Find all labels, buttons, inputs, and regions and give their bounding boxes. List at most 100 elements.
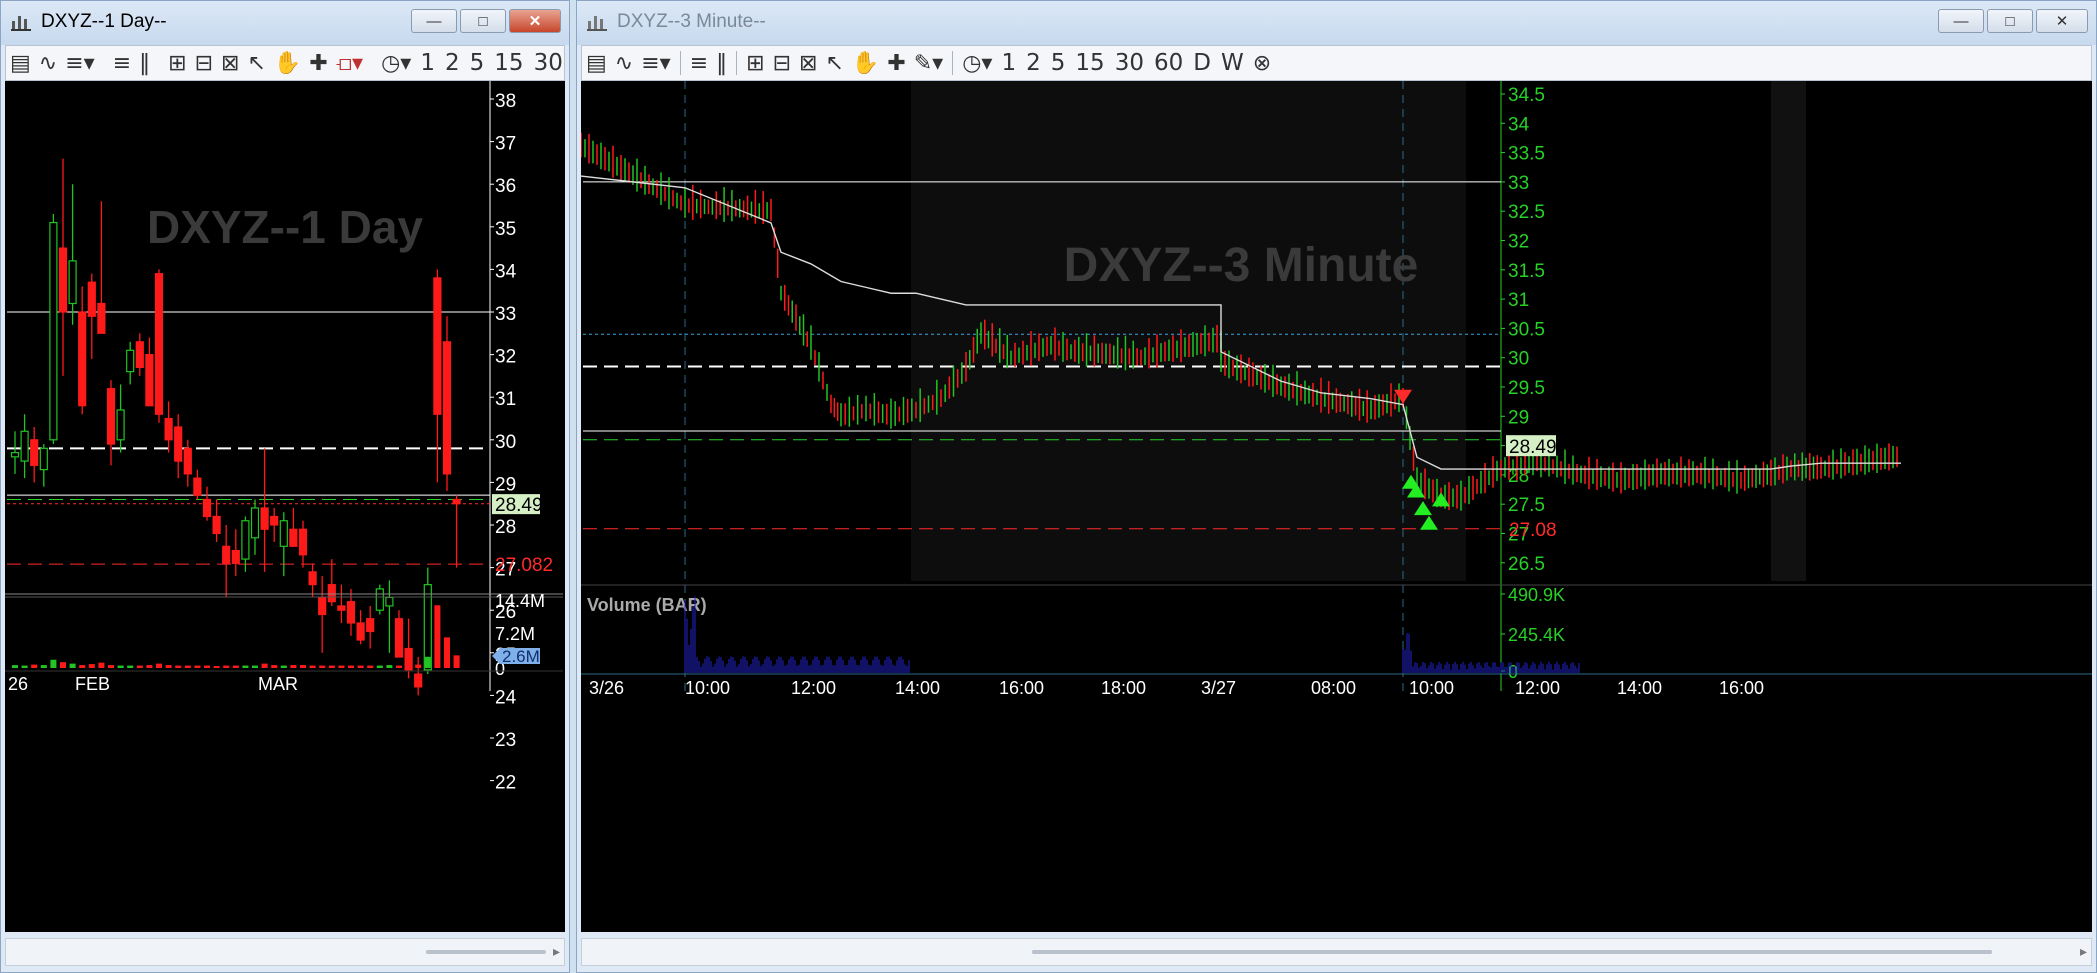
study-menu-icon[interactable]: ≡▾ [61, 51, 98, 76]
candle-body [116, 409, 125, 441]
time-axis-label: 3/26 [589, 678, 624, 698]
clock-icon[interactable]: ◷▾ [958, 51, 996, 76]
interval-1[interactable]: 1 [415, 50, 440, 76]
maximize-icon: □ [2005, 12, 2015, 30]
minimize-button[interactable]: — [411, 9, 457, 33]
price-axis-label: 32.5 [1508, 202, 1545, 223]
pointer-icon[interactable]: ↖ [243, 51, 269, 76]
volume-bar [69, 663, 76, 668]
pointer-icon[interactable]: ↖ [821, 51, 847, 76]
hand-pan-icon[interactable]: ✋ [270, 51, 305, 76]
horizontal-layout-icon[interactable]: ≡ [686, 51, 712, 76]
candle-body [289, 528, 298, 547]
hline-tool-icon[interactable]: ⟤▾ [332, 51, 367, 76]
volume-bar [338, 665, 345, 668]
minimize-icon: — [1953, 12, 1969, 30]
scroll-right-icon[interactable]: ▸ [2080, 943, 2087, 960]
zoom-in-icon[interactable]: ⊞ [742, 51, 768, 76]
intraday-chart-area[interactable]: DXYZ--3 Minute 34.5 34 33.5 33 32.5 32 31.5 31 30… [581, 81, 2092, 932]
vertical-layout-icon[interactable]: ‖ [712, 51, 731, 76]
interval-5[interactable]: 5 [1046, 50, 1071, 76]
volume-bar [79, 665, 86, 668]
support-price-label: 27.082 [495, 555, 553, 576]
interval-15[interactable]: 15 [489, 50, 528, 76]
bar-chart-icon[interactable]: ▤ [582, 51, 611, 76]
price-axis-label: 26.5 [1508, 554, 1545, 575]
time-axis-label: 12:00 [1515, 678, 1560, 698]
candle-body [346, 601, 356, 624]
volume-bar [12, 665, 18, 668]
candle-body [442, 341, 452, 475]
interval-30[interactable]: 30 [1110, 50, 1149, 76]
volume-axis-label: 245.4K [1508, 625, 1565, 645]
scrollbar-thumb[interactable] [1032, 950, 1992, 954]
maximize-button[interactable]: □ [1987, 9, 2033, 33]
date-axis-label: FEB [75, 674, 110, 694]
intraday-chart-svg[interactable]: DXYZ--3 Minute 34.5 34 33.5 33 32.5 32 31.5 31 30… [581, 81, 2092, 932]
candle-body [20, 430, 29, 462]
minimize-button[interactable]: — [1938, 9, 1984, 33]
line-chart-icon[interactable]: ∿ [611, 51, 637, 76]
zoom-out-icon[interactable]: ⊟ [191, 51, 217, 76]
candle-body [385, 596, 394, 607]
close-button[interactable]: ✕ [2036, 9, 2088, 33]
interval-15[interactable]: 15 [1070, 50, 1109, 76]
volume-bar [31, 664, 38, 668]
price-axis-label: 36 [495, 176, 516, 197]
crosshair-icon[interactable]: ✚ [305, 51, 331, 76]
candle-body [183, 447, 192, 475]
volume-bar [184, 665, 191, 668]
toolbar-divider [952, 51, 954, 75]
interval-30[interactable]: 30 [529, 50, 564, 76]
candle-body [212, 515, 221, 535]
zoom-in-icon[interactable]: ⊞ [164, 51, 190, 76]
session-shade [1771, 81, 1806, 581]
zoom-out-icon[interactable]: ⊟ [769, 51, 795, 76]
daily-chart-svg[interactable]: DXYZ--1 Day38373635343332313029282726252… [5, 81, 563, 932]
candle-body [337, 605, 346, 611]
interval-2[interactable]: 2 [1021, 50, 1046, 76]
horizontal-scrollbar[interactable]: ▸ [5, 938, 565, 966]
crosshair-icon[interactable]: ✚ [883, 51, 909, 76]
scrollbar-thumb[interactable] [426, 950, 546, 954]
study-menu-icon[interactable]: ≡▾ [637, 51, 674, 76]
time-axis-label: 14:00 [1617, 678, 1662, 698]
interval-2[interactable]: 2 [440, 50, 465, 76]
candle-body [87, 281, 96, 317]
interval-5[interactable]: 5 [465, 50, 490, 76]
price-axis-label: 28 [495, 517, 516, 538]
scroll-right-icon[interactable]: ▸ [553, 943, 560, 960]
clock-icon[interactable]: ◷▾ [377, 51, 415, 76]
interval-day[interactable]: D [1188, 50, 1216, 76]
title-bar[interactable]: DXYZ--1 Day-- — □ ✕ [1, 1, 569, 45]
volume-pane-title: Volume (BAR) [587, 595, 707, 615]
time-axis-label: 08:00 [1311, 678, 1356, 698]
candle-body [356, 622, 365, 641]
maximize-button[interactable]: □ [460, 9, 506, 33]
hand-pan-icon[interactable]: ✋ [848, 51, 883, 76]
line-chart-icon[interactable]: ∿ [35, 51, 61, 76]
volume-bar [405, 665, 412, 668]
horizontal-layout-icon[interactable]: ≡ [109, 51, 135, 76]
price-axis-label: 33 [495, 304, 516, 325]
candle-body [452, 498, 461, 505]
close-circle-icon[interactable]: ⊗ [1249, 51, 1275, 76]
volume-axis-label: 14.4M [495, 591, 545, 611]
daily-chart-area[interactable]: DXYZ--1 Day38373635343332313029282726252… [5, 81, 565, 932]
horizontal-scrollbar[interactable]: ▸ [581, 938, 2092, 966]
close-button[interactable]: ✕ [509, 9, 561, 33]
pencil-tool-icon[interactable]: ✎▾ [910, 51, 947, 76]
interval-1[interactable]: 1 [996, 50, 1021, 76]
interval-week[interactable]: W [1216, 50, 1249, 76]
time-axis-label: 16:00 [1719, 678, 1764, 698]
volume-bar [415, 664, 422, 668]
volume-bar [223, 665, 230, 668]
volume-bar [309, 665, 316, 668]
zoom-fit-icon[interactable]: ⊠ [795, 51, 821, 76]
price-axis-label: 32 [495, 347, 516, 368]
interval-60[interactable]: 60 [1149, 50, 1188, 76]
vertical-layout-icon[interactable]: ‖ [135, 51, 154, 76]
title-bar[interactable]: DXYZ--3 Minute-- — □ ✕ [577, 1, 2096, 45]
zoom-fit-icon[interactable]: ⊠ [217, 51, 243, 76]
bar-chart-icon[interactable]: ▤ [6, 51, 35, 76]
